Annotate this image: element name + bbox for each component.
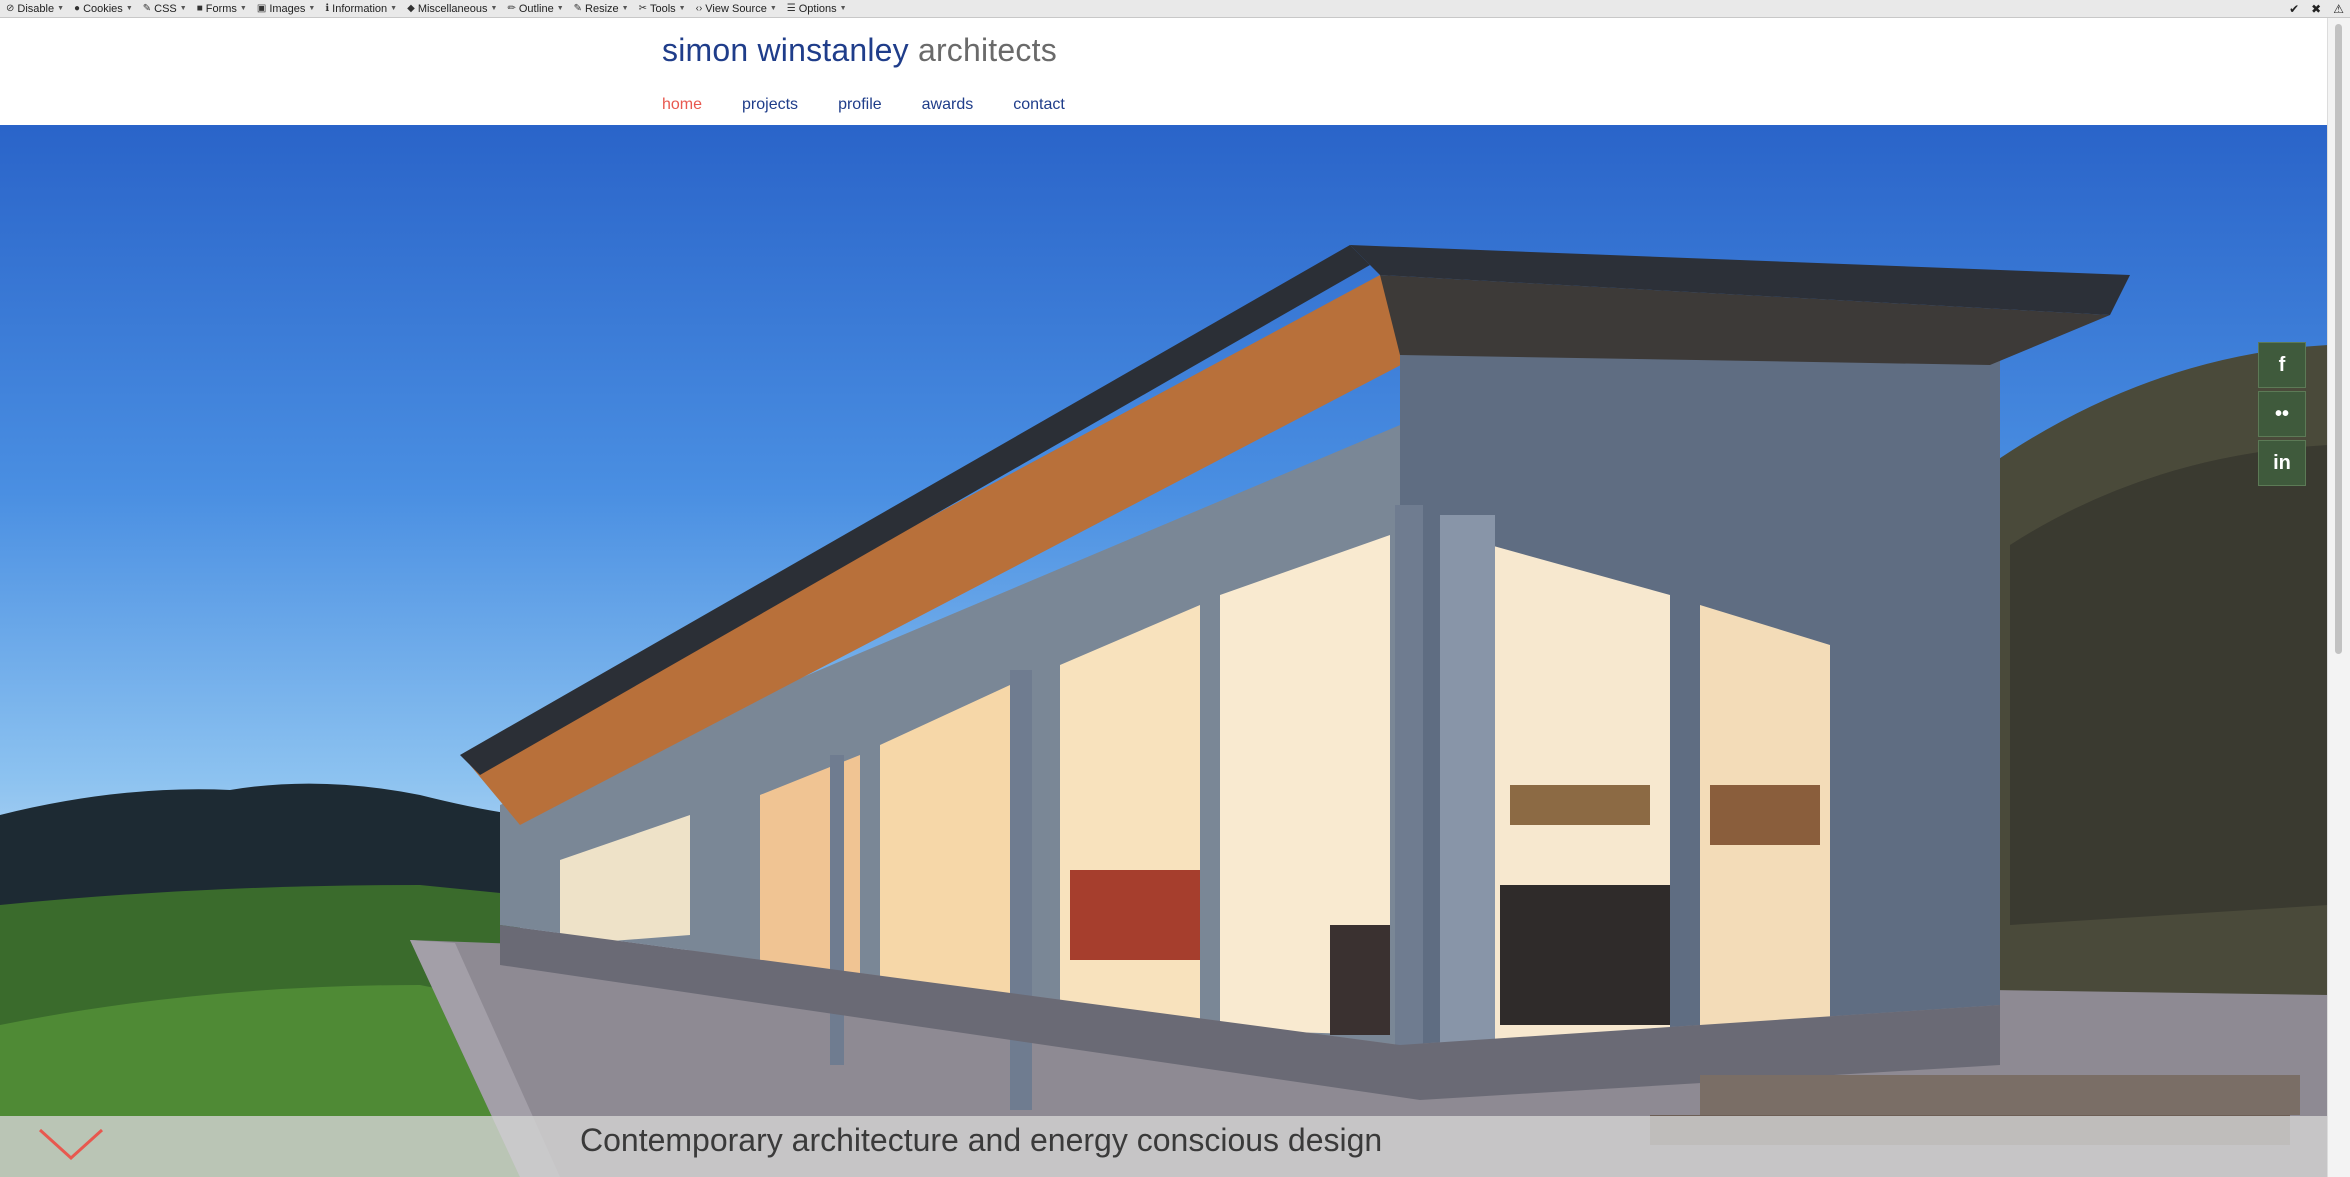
toolbar-cookies-menu[interactable]: ● Cookies ▼ <box>74 3 133 15</box>
toolbar-label: Options <box>798 2 837 15</box>
flickr-icon[interactable]: •• <box>2258 391 2306 437</box>
logo-name: simon winstanley <box>662 32 909 68</box>
caret-down-icon: ▼ <box>179 5 187 12</box>
caret-down-icon: ▼ <box>490 5 498 12</box>
caret-down-icon: ▼ <box>239 5 247 12</box>
cookies-icon: ● <box>74 3 81 14</box>
caret-down-icon: ▼ <box>308 5 316 12</box>
toolbar-label: Information <box>332 2 388 15</box>
view-source-icon: ‹› <box>695 3 703 14</box>
toolbar-label: Cookies <box>83 2 123 15</box>
disable-icon: ⊘ <box>6 3 15 14</box>
resize-icon: ✎ <box>573 3 583 14</box>
toolbar-label: Tools <box>649 2 676 15</box>
site-logo[interactable]: simon winstanley architects <box>662 32 1057 69</box>
information-icon: ℹ <box>325 3 330 14</box>
toolbar-disable-menu[interactable]: ⊘ Disable ▼ <box>6 3 64 15</box>
toolbar-label: Outline <box>518 2 554 15</box>
nav-profile[interactable]: profile <box>838 96 882 114</box>
toolbar-view-source-menu[interactable]: ‹› View Source ▼ <box>696 3 777 15</box>
toolbar-resize-menu[interactable]: ✎ Resize ▼ <box>574 3 629 15</box>
toolbar-css-menu[interactable]: ✎ CSS ▼ <box>143 3 187 15</box>
toolbar-label: Miscellaneous <box>417 2 488 15</box>
caret-down-icon: ▼ <box>621 5 629 12</box>
check-icon[interactable]: ✔ <box>2289 2 2299 16</box>
toolbar-label: Forms <box>205 2 237 15</box>
toolbar-label: CSS <box>154 2 177 15</box>
main-nav: home projects profile awards contact <box>662 96 1105 114</box>
hero-tagline: Contemporary architecture and energy con… <box>580 1122 1383 1158</box>
social-links: f •• in <box>2258 342 2306 489</box>
site-header: simon winstanley architects home project… <box>0 18 2328 125</box>
scroll-down-chevron-icon[interactable] <box>36 1124 106 1164</box>
logo-subtitle: architects <box>917 32 1057 68</box>
images-icon: ▣ <box>256 3 267 14</box>
linkedin-icon[interactable]: in <box>2258 440 2306 486</box>
toolbar-information-menu[interactable]: ℹ Information ▼ <box>325 3 397 15</box>
css-icon: ✎ <box>142 3 152 14</box>
toolbar-options-menu[interactable]: ☰ Options ▼ <box>787 3 847 15</box>
outline-icon: ✏ <box>507 3 516 14</box>
caret-down-icon: ▼ <box>839 5 847 12</box>
caret-down-icon: ▼ <box>125 5 133 12</box>
toolbar-label: Resize <box>585 2 619 15</box>
toolbar-outline-menu[interactable]: ✏ Outline ▼ <box>507 3 563 15</box>
facebook-icon[interactable]: f <box>2258 342 2306 388</box>
toolbar-tools-menu[interactable]: ✂ Tools ▼ <box>639 3 686 15</box>
caret-down-icon: ▼ <box>678 5 686 12</box>
hero-image: f •• in <box>0 125 2328 1177</box>
scrollbar-thumb[interactable] <box>2335 24 2342 654</box>
toolbar-label: Images <box>269 2 306 15</box>
tools-icon: ✂ <box>638 3 647 14</box>
toolbar-forms-menu[interactable]: ■ Forms ▼ <box>197 3 247 15</box>
caret-down-icon: ▼ <box>390 5 398 12</box>
toolbar-images-menu[interactable]: ▣ Images ▼ <box>257 3 315 15</box>
toolbar-miscellaneous-menu[interactable]: ◆ Miscellaneous ▼ <box>407 3 497 15</box>
nav-contact[interactable]: contact <box>1013 96 1065 114</box>
caret-down-icon: ▼ <box>556 5 564 12</box>
close-icon[interactable]: ✖ <box>2311 2 2321 16</box>
house-illustration <box>0 245 2328 1177</box>
caret-down-icon: ▼ <box>57 5 65 12</box>
miscellaneous-icon: ◆ <box>407 3 415 14</box>
nav-awards[interactable]: awards <box>922 96 974 114</box>
caret-down-icon: ▼ <box>769 5 777 12</box>
forms-icon: ■ <box>196 3 203 14</box>
toolbar-label: Disable <box>17 2 55 15</box>
options-icon: ☰ <box>786 3 796 14</box>
nav-home[interactable]: home <box>662 96 702 114</box>
warning-icon[interactable]: ⚠ <box>2333 2 2344 16</box>
toolbar-right-controls: ✔ ✖ ⚠ <box>2289 0 2350 17</box>
nav-projects[interactable]: projects <box>742 96 798 114</box>
page-scrollbar[interactable] <box>2327 18 2350 1177</box>
toolbar-label: View Source <box>705 2 767 15</box>
developer-toolbar: ⊘ Disable ▼ ● Cookies ▼ ✎ CSS ▼ ■ Forms ▼ ▣ Image… <box>0 0 2350 18</box>
hero-caption-band: Contemporary architecture and energy con… <box>0 1116 2328 1177</box>
